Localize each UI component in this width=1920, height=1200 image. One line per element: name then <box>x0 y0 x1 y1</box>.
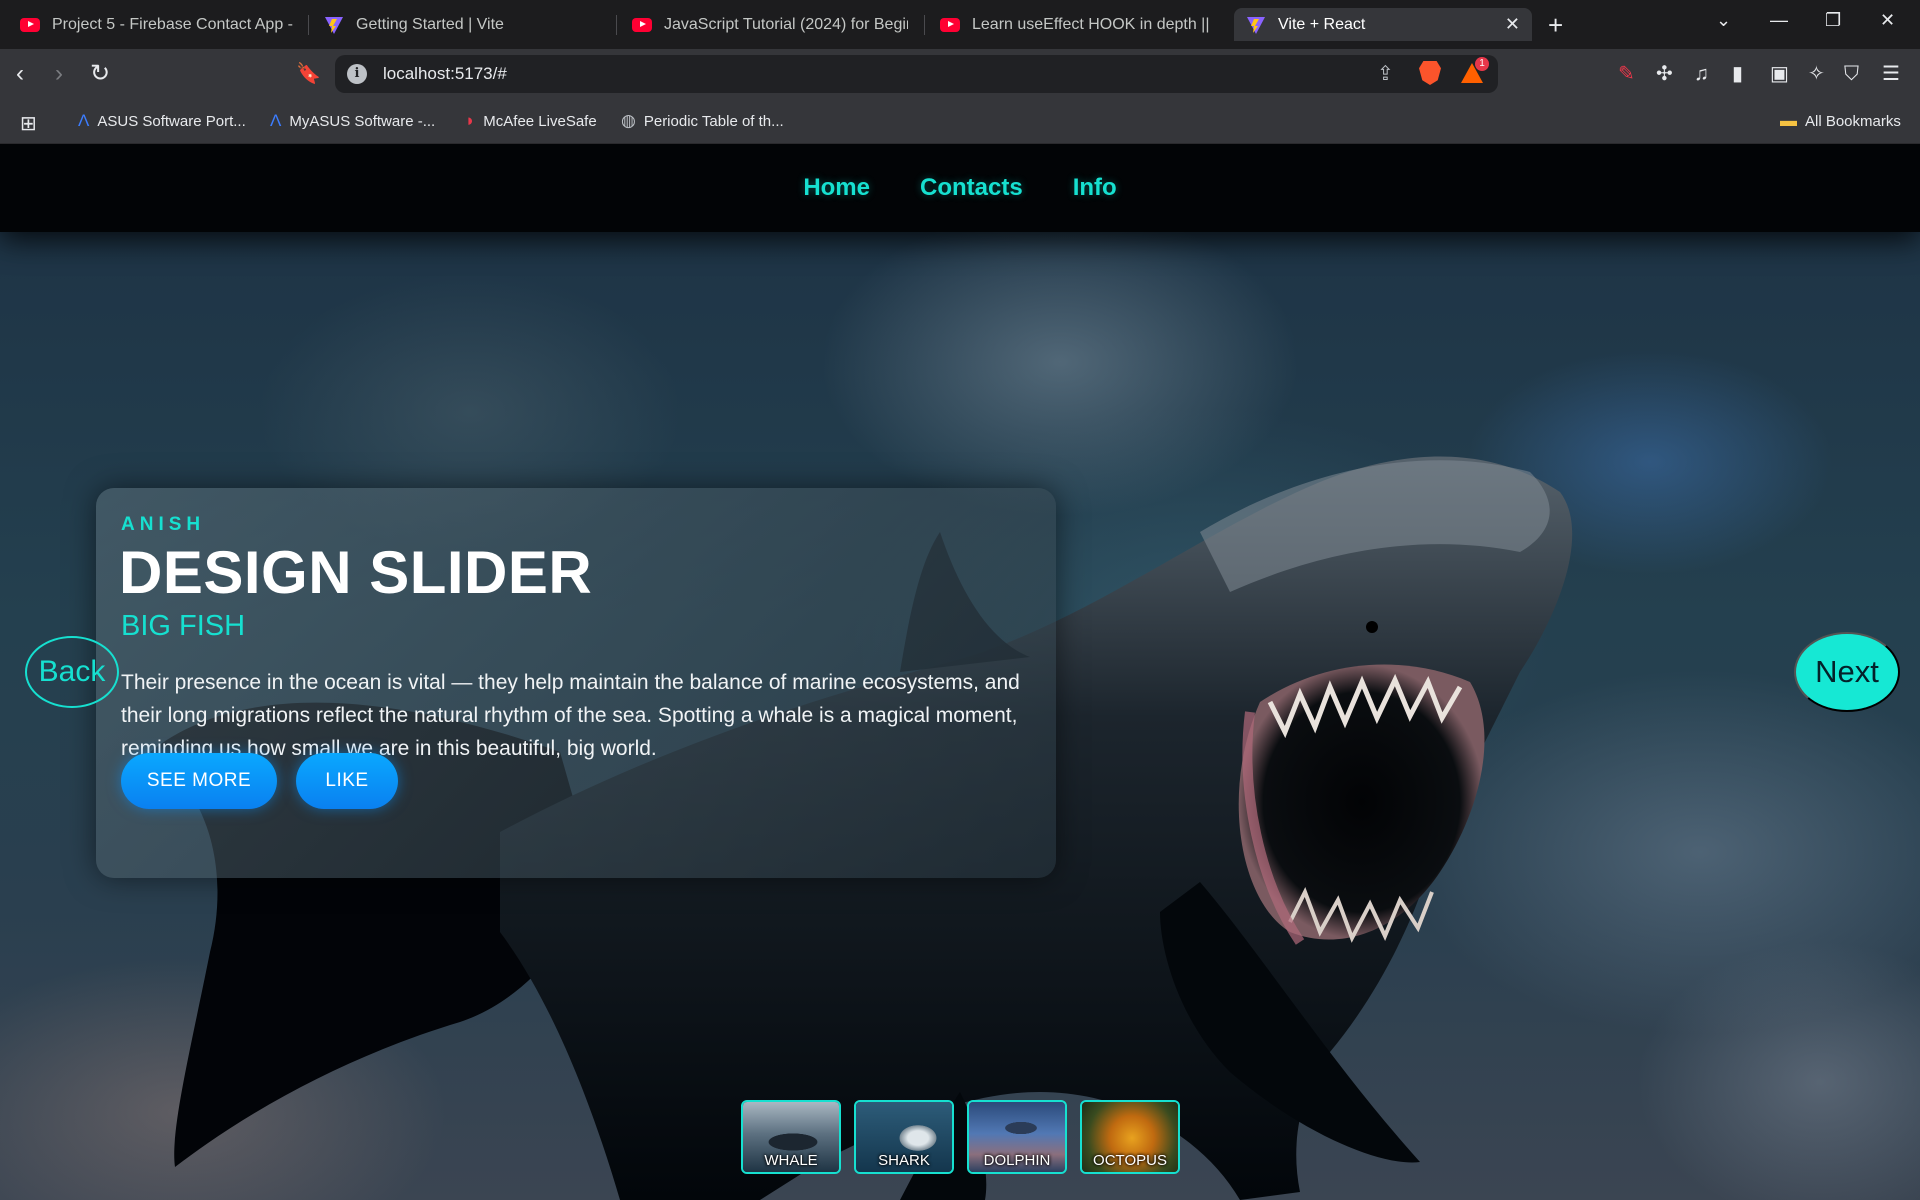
vite-icon <box>325 16 343 34</box>
restore-icon[interactable]: ❐ <box>1825 10 1841 31</box>
youtube-icon <box>632 17 652 32</box>
extensions-puzzle-icon[interactable]: ✣ <box>1656 62 1673 86</box>
slide-title: DESIGN SLIDER <box>119 539 593 606</box>
tab-title: JavaScript Tutorial (2024) for Beginne <box>664 15 908 33</box>
bookmark-item[interactable]: Λ MyASUS Software -... <box>270 111 435 131</box>
brave-shields-icon[interactable] <box>1419 61 1441 85</box>
nav-home-link[interactable]: Home <box>803 174 870 202</box>
media-icon[interactable]: ♫ <box>1694 62 1709 86</box>
bookmark-label: McAfee LiveSafe <box>483 112 597 130</box>
slide-topic: BIG FISH <box>121 610 246 642</box>
slide-description: Their presence in the ocean is vital — t… <box>121 671 1020 760</box>
tab-title: Vite + React <box>1278 15 1366 33</box>
bookmark-item[interactable]: Λ ASUS Software Port... <box>78 111 246 131</box>
vpn-icon[interactable]: ⛉ <box>1844 62 1859 86</box>
bookmarks-bar: ⊞ Λ ASUS Software Port... Λ MyASUS Softw… <box>0 100 1920 144</box>
address-bar[interactable]: i localhost:5173/# ⇪ 1 <box>335 55 1498 93</box>
slider-hero: ANISH DESIGN SLIDER BIG FISH Their prese… <box>0 232 1920 1200</box>
tab-separator <box>924 15 925 35</box>
bookmark-label: MyASUS Software -... <box>289 112 436 130</box>
url-text[interactable]: localhost:5173/# <box>383 64 507 84</box>
all-bookmarks[interactable]: ▬ All Bookmarks <box>1780 111 1901 131</box>
tab-separator <box>616 15 617 35</box>
thumbnail-shark[interactable]: SHARK <box>854 1100 954 1174</box>
slide-author: ANISH <box>121 514 206 535</box>
bookmark-label: Periodic Table of th... <box>643 112 784 130</box>
nav-contacts-link[interactable]: Contacts <box>920 174 1023 202</box>
sidebar-icon[interactable]: ▮ <box>1732 62 1743 86</box>
tab-title: Learn useEffect HOOK in depth || Cor <box>972 15 1214 33</box>
tab-title: Getting Started | Vite <box>356 15 504 33</box>
youtube-icon <box>20 17 40 32</box>
menu-icon[interactable]: ☰ <box>1882 62 1900 86</box>
browser-tab[interactable]: Learn useEffect HOOK in depth || Cor <box>928 8 1226 41</box>
next-slide-button[interactable]: Next <box>1794 632 1900 712</box>
see-more-button[interactable]: SEE MORE <box>121 753 277 809</box>
globe-icon: ◍ <box>621 111 636 130</box>
asus-icon: Λ <box>78 111 90 130</box>
back-arrow-icon[interactable]: ‹ <box>16 61 24 87</box>
wallet-icon[interactable]: ▣ <box>1770 62 1789 86</box>
thumbnail-label: WHALE <box>764 1152 818 1169</box>
tab-separator <box>308 15 309 35</box>
new-tab-icon[interactable]: + <box>1548 10 1563 41</box>
browser-tab[interactable]: JavaScript Tutorial (2024) for Beginne <box>620 8 920 41</box>
thumbnail-label: SHARK <box>878 1152 930 1169</box>
all-bookmarks-label: All Bookmarks <box>1805 112 1901 130</box>
thumbnail-whale[interactable]: WHALE <box>741 1100 841 1174</box>
apps-grid-icon[interactable]: ⊞ <box>20 111 37 136</box>
bookmark-label: ASUS Software Port... <box>97 112 246 130</box>
page-viewport: Home Contacts Info ANISH DESIGN SLIDER B… <box>0 144 1920 1200</box>
bookmark-icon[interactable]: 🔖 <box>296 61 321 87</box>
browser-tab[interactable]: Project 5 - Firebase Contact App - CR <box>8 8 306 41</box>
thumbnail-strip: WHALE SHARK DOLPHIN OCTOPUS <box>741 1100 1180 1174</box>
youtube-icon <box>940 17 960 32</box>
tab-search-icon[interactable]: ⌄ <box>1716 10 1731 31</box>
thumbnail-label: OCTOPUS <box>1093 1152 1167 1169</box>
extension-icon[interactable]: ✎ <box>1618 62 1635 86</box>
reload-icon[interactable]: ↻ <box>90 61 110 87</box>
close-icon[interactable]: ✕ <box>1505 14 1520 35</box>
minimize-icon[interactable]: — <box>1770 10 1788 31</box>
tab-strip: Project 5 - Firebase Contact App - CR Ge… <box>0 0 1920 49</box>
site-info-icon[interactable]: i <box>347 64 367 84</box>
nav-info-link[interactable]: Info <box>1073 174 1117 202</box>
site-navbar: Home Contacts Info <box>0 144 1920 232</box>
bookmark-item[interactable]: ◗ McAfee LiveSafe <box>465 111 597 131</box>
bookmark-item[interactable]: ◍ Periodic Table of th... <box>621 111 784 131</box>
folder-icon: ▬ <box>1780 111 1797 130</box>
thumbnail-dolphin[interactable]: DOLPHIN <box>967 1100 1067 1174</box>
thumbnail-octopus[interactable]: OCTOPUS <box>1080 1100 1180 1174</box>
window-close-icon[interactable]: ✕ <box>1880 10 1895 31</box>
share-icon[interactable]: ⇪ <box>1377 61 1394 86</box>
like-button[interactable]: LIKE <box>296 753 398 809</box>
forward-arrow-icon[interactable]: › <box>55 61 63 87</box>
back-slide-button[interactable]: Back <box>25 636 119 708</box>
mcafee-icon: ◗ <box>465 111 476 130</box>
browser-tab-active[interactable]: Vite + React ✕ <box>1234 8 1532 41</box>
leo-ai-icon[interactable]: ✧ <box>1808 62 1825 86</box>
thumbnail-label: DOLPHIN <box>983 1152 1051 1169</box>
vite-icon <box>1247 16 1265 34</box>
asus-icon: Λ <box>270 111 282 130</box>
rewards-badge: 1 <box>1475 57 1489 71</box>
browser-tab[interactable]: Getting Started | Vite <box>312 8 612 41</box>
tab-title: Project 5 - Firebase Contact App - CR <box>52 15 294 33</box>
